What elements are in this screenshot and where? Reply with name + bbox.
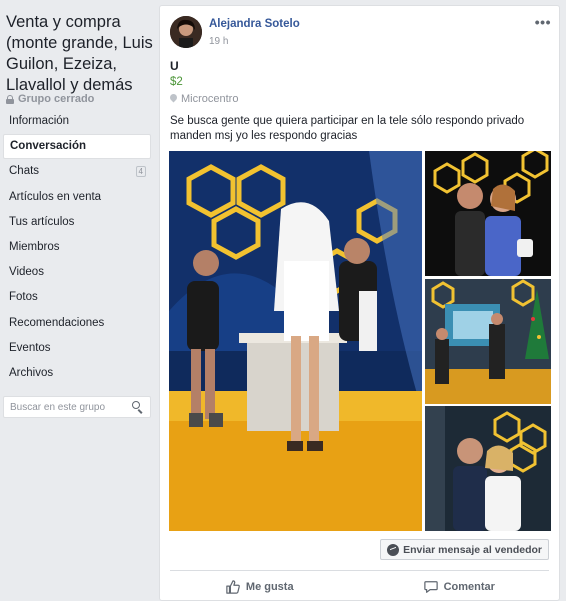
listing-photo-2[interactable]: [425, 151, 551, 276]
more-options-icon[interactable]: •••: [535, 14, 551, 30]
post-author[interactable]: Alejandra Sotelo: [209, 18, 300, 30]
nav-item-articulos-en-venta[interactable]: Artículos en venta: [3, 185, 151, 210]
nav-item-miembros[interactable]: Miembros: [3, 235, 151, 260]
like-label: Me gusta: [245, 581, 294, 593]
message-seller-label: Enviar mensaje al vendedor: [403, 543, 542, 556]
listing-price: $2: [170, 76, 183, 88]
nav-item-recomendaciones[interactable]: Recomendaciones: [3, 311, 151, 336]
avatar[interactable]: [170, 16, 202, 48]
listing-photo-4[interactable]: [425, 406, 551, 531]
search-icon[interactable]: [132, 401, 144, 413]
post-timestamp[interactable]: 19 h: [209, 36, 228, 47]
post-actions: Me gusta Comentar: [160, 574, 559, 600]
group-search[interactable]: [3, 396, 151, 418]
listing-location: Microcentro: [170, 93, 238, 105]
comment-label: Comentar: [443, 581, 495, 593]
chats-count-badge: 4: [135, 166, 146, 178]
group-privacy: Grupo cerrado: [6, 93, 94, 105]
group-search-input[interactable]: [10, 401, 120, 413]
nav-item-videos[interactable]: Videos: [3, 260, 151, 285]
like-button[interactable]: Me gusta: [160, 574, 360, 600]
comment-icon: [423, 581, 438, 593]
nav-item-chats[interactable]: Chats 4: [3, 159, 151, 184]
group-title[interactable]: Venta y compra (monte grande, Luis Guilo…: [6, 12, 156, 96]
nav-item-conversacion[interactable]: Conversación: [3, 134, 151, 160]
listing-location-label: Microcentro: [181, 93, 239, 105]
listing-title: U: [170, 59, 179, 73]
nav-item-tus-articulos[interactable]: Tus artículos: [3, 210, 151, 235]
group-nav: Información Conversación Chats 4 Artículo…: [3, 109, 151, 386]
thumbs-up-icon: [226, 580, 240, 594]
marketplace-post: Alejandra Sotelo 19 h ••• U $2 Microcent…: [159, 5, 560, 601]
comment-button[interactable]: Comentar: [360, 574, 560, 600]
listing-photo-main[interactable]: [169, 151, 422, 531]
listing-photo-3[interactable]: [425, 279, 551, 404]
group-privacy-label: Grupo cerrado: [18, 93, 95, 105]
nav-item-eventos[interactable]: Eventos: [3, 336, 151, 361]
location-pin-icon: [170, 94, 177, 104]
message-seller-button[interactable]: Enviar mensaje al vendedor: [380, 539, 549, 560]
post-divider: [170, 570, 549, 571]
nav-item-fotos[interactable]: Fotos: [3, 285, 151, 310]
listing-description: Se busca gente que quiera participar en …: [170, 115, 525, 142]
group-sidebar: Venta y compra (monte grande, Luis Guilo…: [0, 0, 158, 601]
lock-icon: [6, 94, 14, 104]
nav-item-archivos[interactable]: Archivos: [3, 361, 151, 386]
messenger-icon: [387, 543, 400, 556]
nav-item-informacion[interactable]: Información: [3, 109, 151, 134]
